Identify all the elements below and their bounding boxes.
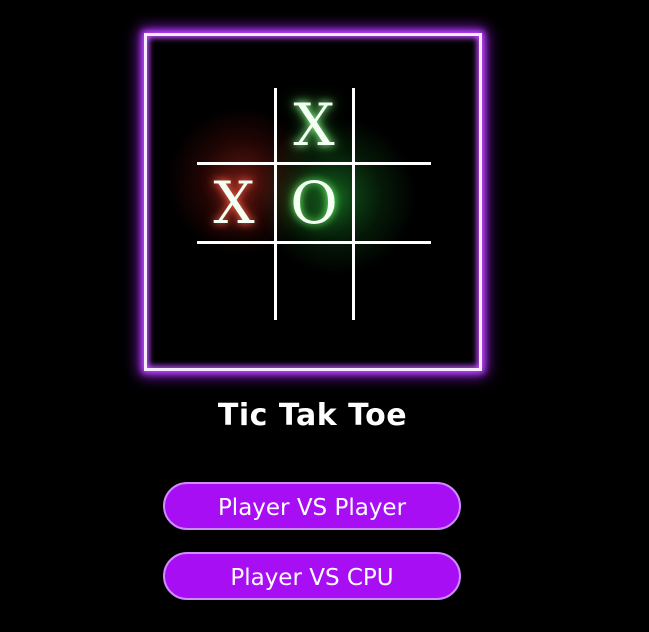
game-title: Tic Tak Toe <box>217 398 408 433</box>
logo-mark-x-left: X <box>213 169 255 237</box>
game-logo: X X O <box>144 33 482 371</box>
logo-mark-x-top: X <box>293 91 335 159</box>
player-vs-cpu-button[interactable]: Player VS CPU <box>163 552 461 600</box>
logo-mark-o-center: O <box>290 169 338 237</box>
player-vs-player-button[interactable]: Player VS Player <box>163 482 461 530</box>
